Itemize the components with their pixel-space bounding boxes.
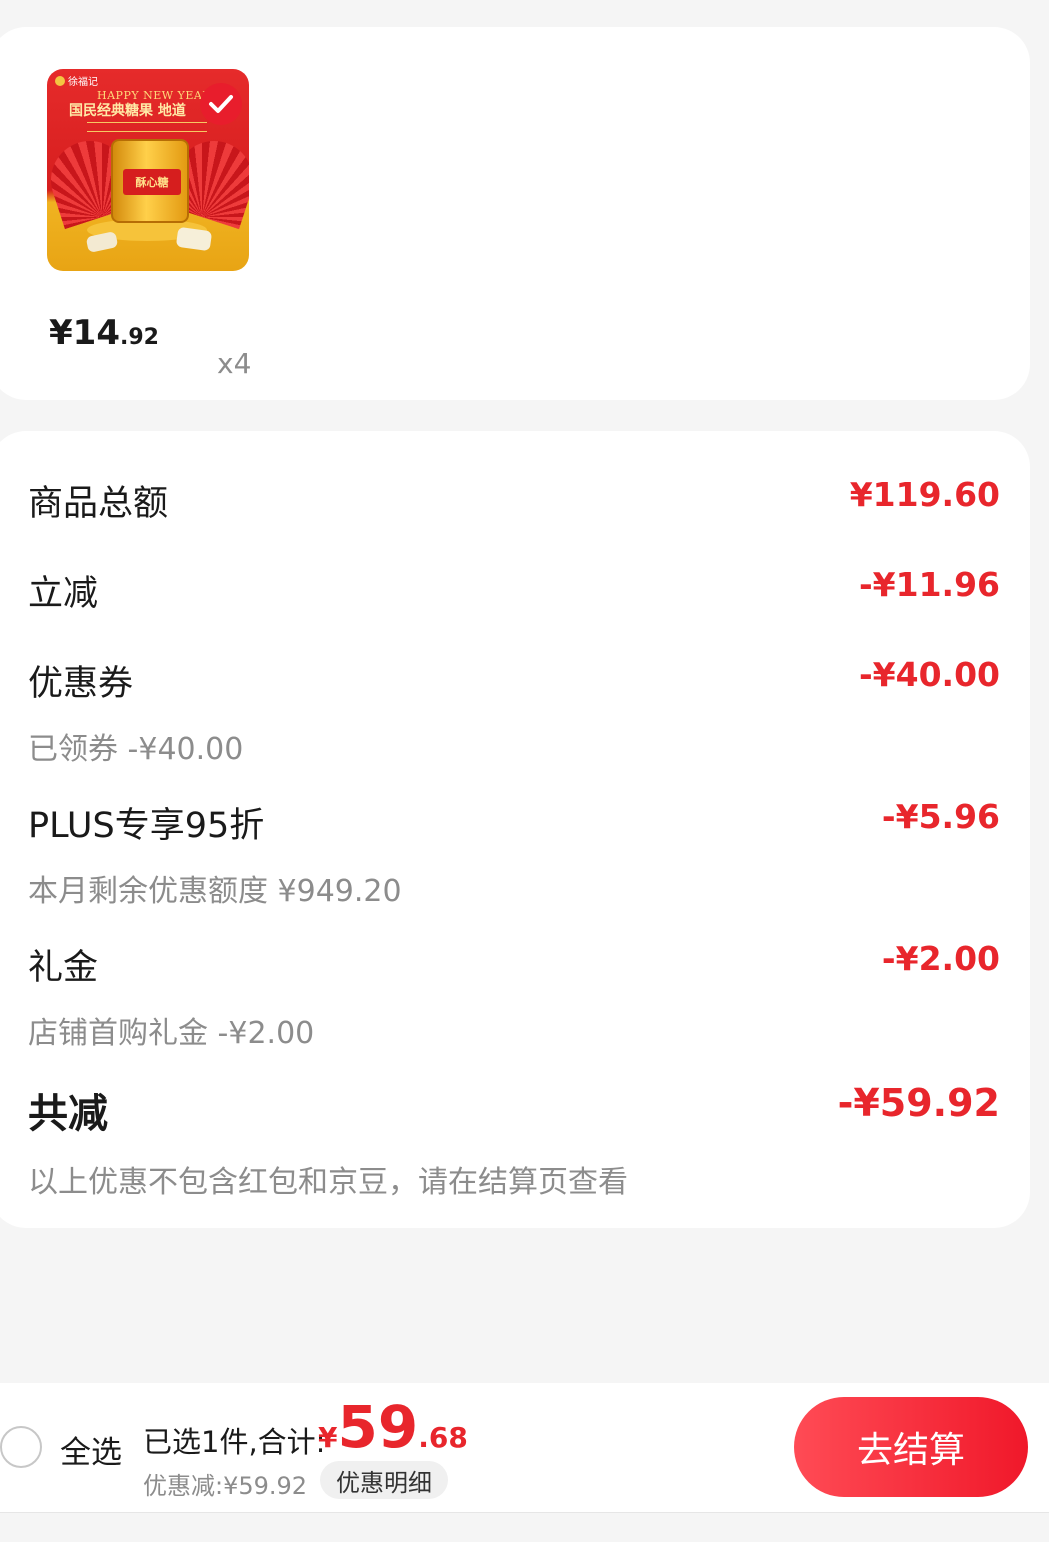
row-label: PLUS专享95折 bbox=[28, 806, 265, 846]
summary-row-coupon: 优惠券 已领券 -¥40.00 -¥40.00 bbox=[28, 655, 1000, 768]
row-value: -¥11.96 bbox=[858, 565, 1000, 604]
brand-logo-icon bbox=[55, 75, 65, 86]
discount-amount-text: 优惠减:¥59.92 bbox=[143, 1472, 308, 1500]
summary-row-subtotal: 商品总额 ¥119.60 bbox=[28, 475, 1000, 526]
product-card: 徐福记 HAPPY NEW YEAR 国民经典糖果 地道 酥心糖 ¥14.92 … bbox=[0, 27, 1030, 400]
candy-piece bbox=[175, 226, 213, 252]
summary-row-total: 共减 以上优惠不包含红包和京豆，请在结算页查看 -¥59.92 bbox=[28, 1081, 1000, 1201]
row-sub: 本月剩余优惠额度 ¥949.20 bbox=[28, 874, 402, 909]
total-value: -¥59.92 bbox=[837, 1081, 1000, 1125]
can-label: 酥心糖 bbox=[123, 169, 181, 195]
candy-can: 酥心糖 bbox=[111, 139, 189, 223]
summary-row-plus: PLUS专享95折 本月剩余优惠额度 ¥949.20 -¥5.96 bbox=[28, 797, 1000, 910]
total-dec: .68 bbox=[418, 1421, 468, 1454]
summary-row-instant-discount: 立减 -¥11.96 bbox=[28, 565, 1000, 616]
unit-price-dec: .92 bbox=[119, 325, 159, 350]
total-currency: ¥ bbox=[318, 1421, 338, 1454]
total-note: 以上优惠不包含红包和京豆，请在结算页查看 bbox=[28, 1165, 628, 1200]
thumb-divider bbox=[87, 122, 207, 132]
discount-detail-button[interactable]: 优惠明细 bbox=[320, 1461, 448, 1499]
thumb-brand-text: 徐福记 bbox=[68, 77, 98, 88]
select-all-label[interactable]: 全选 bbox=[60, 1427, 122, 1472]
thumb-brand: 徐福记 bbox=[55, 73, 98, 88]
row-label: 优惠券 bbox=[28, 664, 134, 704]
candy-piece bbox=[85, 231, 119, 253]
quantity: x4 bbox=[217, 347, 252, 380]
row-sub: 店铺首购礼金 -¥2.00 bbox=[28, 1016, 315, 1051]
discount-summary-card: 商品总额 ¥119.60 立减 -¥11.96 优惠券 已领券 -¥40.00 … bbox=[0, 431, 1030, 1228]
checkout-button[interactable]: 去结算 bbox=[794, 1397, 1028, 1497]
total-int: 59 bbox=[337, 1393, 419, 1461]
row-value: ¥119.60 bbox=[849, 475, 1000, 514]
total-price: ¥59.68 bbox=[318, 1393, 468, 1461]
row-value: -¥5.96 bbox=[881, 797, 1000, 836]
select-all-radio[interactable] bbox=[0, 1426, 42, 1468]
row-value: -¥2.00 bbox=[881, 939, 1000, 978]
row-value: -¥40.00 bbox=[858, 655, 1000, 694]
row-sub: 已领券 -¥40.00 bbox=[28, 732, 244, 767]
selected-count-text: 已选1件,合计: bbox=[143, 1425, 326, 1459]
checkout-bar: 全选 已选1件,合计: ¥59.68 优惠减:¥59.92 优惠明细 去结算 bbox=[0, 1383, 1049, 1513]
selected-check-icon[interactable] bbox=[200, 83, 242, 125]
row-label: 礼金 bbox=[28, 948, 99, 988]
unit-price-int: ¥14 bbox=[49, 313, 120, 353]
unit-price: ¥14.92 bbox=[49, 313, 159, 353]
thumb-title: 国民经典糖果 地道 bbox=[69, 103, 186, 119]
row-label: 立减 bbox=[28, 574, 99, 614]
product-image[interactable]: 徐福记 HAPPY NEW YEAR 国民经典糖果 地道 酥心糖 bbox=[47, 69, 249, 271]
summary-row-gift: 礼金 店铺首购礼金 -¥2.00 -¥2.00 bbox=[28, 939, 1000, 1052]
